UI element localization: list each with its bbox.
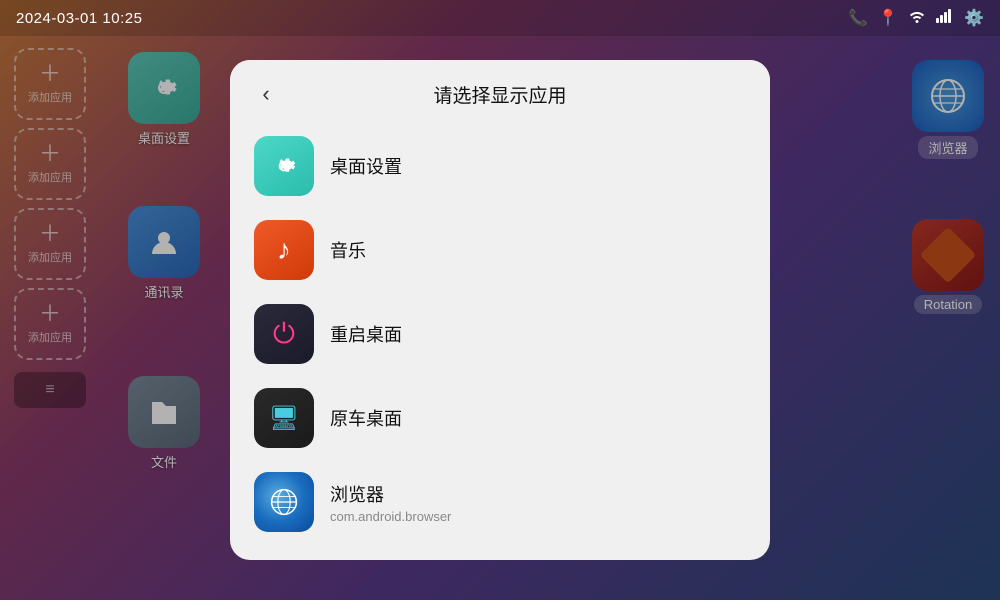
modal-restart-info: 重启桌面: [330, 321, 402, 347]
modal-desktop-settings-icon: [254, 136, 314, 196]
modal-app-name: 浏览器: [330, 481, 451, 507]
wifi-icon: [908, 9, 926, 28]
location-icon: 📍: [878, 8, 898, 28]
modal-app-name: 重启桌面: [330, 321, 402, 347]
modal-app-list: 桌面设置 ♪ 音乐 ⏻ 重启桌面: [230, 124, 770, 560]
modal-restart-icon: ⏻: [254, 304, 314, 364]
status-time: 2024-03-01 10:25: [16, 10, 142, 27]
modal-browser-icon: [254, 472, 314, 532]
modal-desktop-settings-info: 桌面设置: [330, 153, 402, 179]
modal-browser-info: 浏览器 com.android.browser: [330, 481, 451, 524]
power-icon: ⏻: [273, 318, 295, 351]
modal-car-info: 原车桌面: [330, 405, 402, 431]
modal-app-name: 原车桌面: [330, 405, 402, 431]
modal-back-button[interactable]: ‹: [250, 78, 282, 110]
gear-icon: ⚙️: [964, 8, 984, 28]
modal-title: 请选择显示应用: [282, 81, 718, 108]
phone-icon: 📞: [848, 8, 868, 28]
modal-app-package: com.android.browser: [330, 509, 451, 524]
modal-car-icon: 🖥: [254, 388, 314, 448]
modal-overlay: ‹ 请选择显示应用 桌面设置 ♪: [0, 0, 1000, 600]
modal-music-info: 音乐: [330, 237, 366, 263]
status-icons: 📞 📍 ⚙️: [848, 8, 984, 28]
monitor-icon: 🖥: [269, 404, 299, 433]
list-item[interactable]: 桌面设置: [246, 124, 754, 208]
list-item[interactable]: 浏览器 com.android.browser: [246, 460, 754, 544]
music-note-icon: ♪: [277, 234, 291, 266]
list-item[interactable]: ♪ 音乐: [246, 208, 754, 292]
list-item[interactable]: 🖥 原车桌面: [246, 376, 754, 460]
modal-app-name: 桌面设置: [330, 153, 402, 179]
list-item[interactable]: ⏻ 重启桌面: [246, 292, 754, 376]
app-select-modal: ‹ 请选择显示应用 桌面设置 ♪: [230, 60, 770, 560]
signal-icon: [936, 9, 954, 28]
status-bar: 2024-03-01 10:25 📞 📍 ⚙️: [0, 0, 1000, 36]
modal-music-icon: ♪: [254, 220, 314, 280]
modal-header: ‹ 请选择显示应用: [230, 60, 770, 124]
modal-app-name: 音乐: [330, 237, 366, 263]
